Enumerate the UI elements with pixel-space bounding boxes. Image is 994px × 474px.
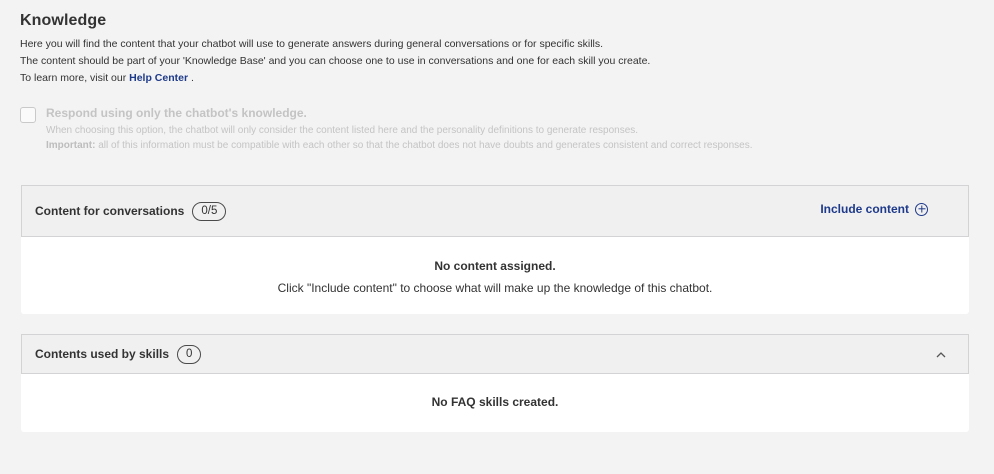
page-description: Here you will find the content that your… — [20, 36, 970, 87]
chevron-up-icon[interactable] — [936, 350, 946, 360]
skills-panel: Contents used by skills 0 No FAQ skills … — [21, 334, 969, 432]
important-text: all of this information must be compatib… — [95, 140, 753, 151]
conversations-title: Content for conversations — [35, 204, 185, 218]
skills-title: Contents used by skills — [35, 347, 170, 361]
help-center-link[interactable]: Help Center — [129, 72, 188, 84]
only-knowledge-option: Respond using only the chatbot's knowled… — [20, 105, 970, 153]
description-line-2: The content should be part of your 'Know… — [20, 55, 651, 67]
include-content-label: Include content — [820, 202, 909, 216]
help-suffix: . — [188, 72, 194, 84]
only-knowledge-help-1: When choosing this option, the chatbot w… — [46, 125, 639, 136]
conversations-panel-body: No content assigned. Click "Include cont… — [21, 237, 969, 314]
skills-count-badge: 0 — [177, 344, 202, 364]
skills-empty-title: No FAQ skills created. — [431, 395, 559, 409]
conversations-panel: Content for conversations 0/5 Include co… — [21, 185, 969, 314]
description-line-3: To learn more, visit our Help Center . — [20, 70, 970, 87]
skills-panel-body: No FAQ skills created. — [21, 374, 969, 432]
knowledge-section: Knowledge Here you will find the content… — [20, 12, 970, 153]
skills-panel-header[interactable]: Contents used by skills 0 — [21, 334, 969, 374]
only-knowledge-help-2: Important: all of this information must … — [46, 138, 970, 153]
only-knowledge-label: Respond using only the chatbot's knowled… — [46, 106, 307, 120]
conversations-empty-title: No content assigned. — [434, 259, 556, 273]
description-line-1: Here you will find the content that your… — [20, 38, 604, 50]
plus-circle-icon — [915, 202, 928, 216]
only-knowledge-help: When choosing this option, the chatbot w… — [46, 123, 970, 153]
help-prefix: To learn more, visit our — [20, 72, 130, 84]
conversations-empty-desc: Click "Include content" to choose what w… — [277, 281, 713, 295]
only-knowledge-checkbox[interactable] — [20, 107, 36, 123]
conversations-panel-header: Content for conversations 0/5 Include co… — [21, 185, 969, 237]
include-content-button[interactable]: Include content — [820, 202, 928, 216]
conversations-count-badge: 0/5 — [192, 201, 227, 221]
important-label: Important: — [46, 140, 96, 151]
page-title: Knowledge — [20, 12, 107, 29]
